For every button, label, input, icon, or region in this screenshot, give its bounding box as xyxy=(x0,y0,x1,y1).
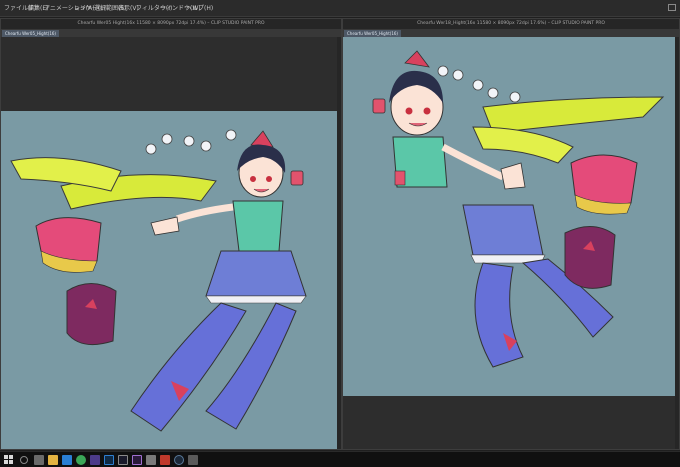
taskbar xyxy=(0,451,680,467)
left-document-title: Chearfu Wer05 Hight(16x 11580 × 8090px 7… xyxy=(1,19,341,29)
right-canvas-area[interactable] xyxy=(343,37,679,449)
explorer-icon[interactable] xyxy=(48,455,58,465)
right-vertical-scrollbar[interactable] xyxy=(675,37,679,449)
edge-icon[interactable] xyxy=(62,455,72,465)
chrome-icon[interactable] xyxy=(76,455,86,465)
left-document-tab[interactable]: Chearfu Wer05_Hight(16) xyxy=(2,30,59,37)
menu-help[interactable]: ヘルプ(H) xyxy=(186,3,213,12)
media-icon[interactable] xyxy=(160,455,170,465)
right-canvas[interactable] xyxy=(343,37,676,396)
misc-icon[interactable] xyxy=(188,455,198,465)
clip-studio-icon[interactable] xyxy=(90,455,100,465)
app-menu-icon[interactable] xyxy=(668,4,676,11)
menu-bar: ファイル(F) 編集(E) アニメーション(A) レイヤー(L) 選択範囲(S)… xyxy=(0,0,680,17)
steam-icon[interactable] xyxy=(174,455,184,465)
left-document-window: Chearfu Wer05 Hight(16x 11580 × 8090px 7… xyxy=(0,18,342,450)
left-vertical-scrollbar[interactable] xyxy=(337,37,341,449)
right-illustration xyxy=(372,50,665,368)
right-document-title: Chearfu Wer18_Hight(16x 11580 × 8090px 7… xyxy=(343,19,679,29)
left-tab-bar: Chearfu Wer05_Hight(16) xyxy=(1,29,341,37)
left-illustration xyxy=(10,129,307,432)
left-canvas-area[interactable] xyxy=(1,37,341,449)
right-document-window: Chearfu Wer18_Hight(16x 11580 × 8090px 7… xyxy=(342,18,680,450)
search-icon[interactable] xyxy=(20,456,28,464)
right-tab-bar: Chearfu Wer05_Hight(16) xyxy=(343,29,679,37)
right-document-tab[interactable]: Chearfu Wer05_Hight(16) xyxy=(344,30,401,37)
clip-studio-paint-icon[interactable] xyxy=(118,455,128,465)
task-view-icon[interactable] xyxy=(34,455,44,465)
photoshop-icon[interactable] xyxy=(104,455,114,465)
windows-start-icon[interactable] xyxy=(4,455,14,465)
left-canvas[interactable] xyxy=(1,111,338,449)
premiere-icon[interactable] xyxy=(132,455,142,465)
settings-icon[interactable] xyxy=(146,455,156,465)
